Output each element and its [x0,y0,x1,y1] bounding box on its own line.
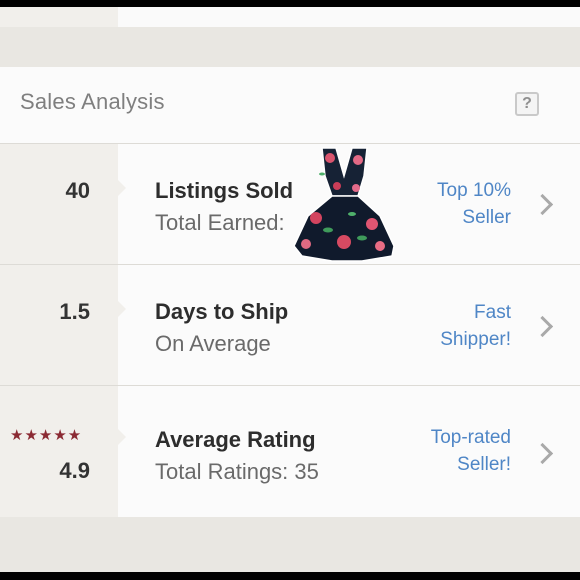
cell-notch [118,180,126,196]
metric-cell: 40 [0,144,126,264]
shipper-badge: Fast Shipper! [371,299,511,353]
rated-seller-badge: Top-rated Seller! [371,424,511,478]
average-rating-value: 4.9 [59,458,90,483]
average-rating-label: Average Rating [155,427,316,452]
top-strip-right [118,7,580,27]
cell-notch [118,429,126,445]
top-black-border [0,0,580,7]
page-title: Sales Analysis [20,89,165,114]
badge-line-2: Seller! [457,454,511,475]
sales-row-rating[interactable]: ★★★★★ 4.9 Average Rating Total Ratings: … [0,386,580,517]
total-ratings-label: Total Ratings: 35 [155,459,319,484]
sales-analysis-card: Sales Analysis ? 40 Listings Sold Total … [0,67,580,517]
days-to-ship-label: Days to Ship [155,299,289,324]
sales-row-shipping[interactable]: 1.5 Days to Ship On Average Fast Shipper… [0,265,580,386]
dress-image [293,147,395,262]
top-strip [0,7,580,27]
chevron-right-icon[interactable] [531,442,554,465]
badge-line-2: Shipper! [440,329,511,350]
top-strip-left [0,7,118,27]
badge-line-1: Top-rated [430,427,511,448]
metric-cell: 1.5 [0,265,126,385]
chevron-right-icon[interactable] [531,193,554,216]
metric-cell: ★★★★★ 4.9 [0,386,126,517]
question-mark-icon[interactable]: ? [515,92,539,116]
listings-sold-label: Listings Sold [155,178,294,203]
total-earned-label: Total Earned: [155,210,285,235]
star-icon: ★★★★★ [10,427,83,444]
badge-line-1: Fast [474,302,511,323]
days-to-ship-value: 1.5 [59,299,90,324]
bottom-black-border [0,572,580,580]
listings-sold-count: 40 [65,178,90,203]
chevron-right-icon[interactable] [531,315,554,338]
card-header: Sales Analysis ? [0,67,580,144]
on-average-label: On Average [155,331,271,356]
cell-notch [118,301,126,317]
sales-row-listings[interactable]: 40 Listings Sold Total Earned: Top 10% S… [0,144,580,265]
